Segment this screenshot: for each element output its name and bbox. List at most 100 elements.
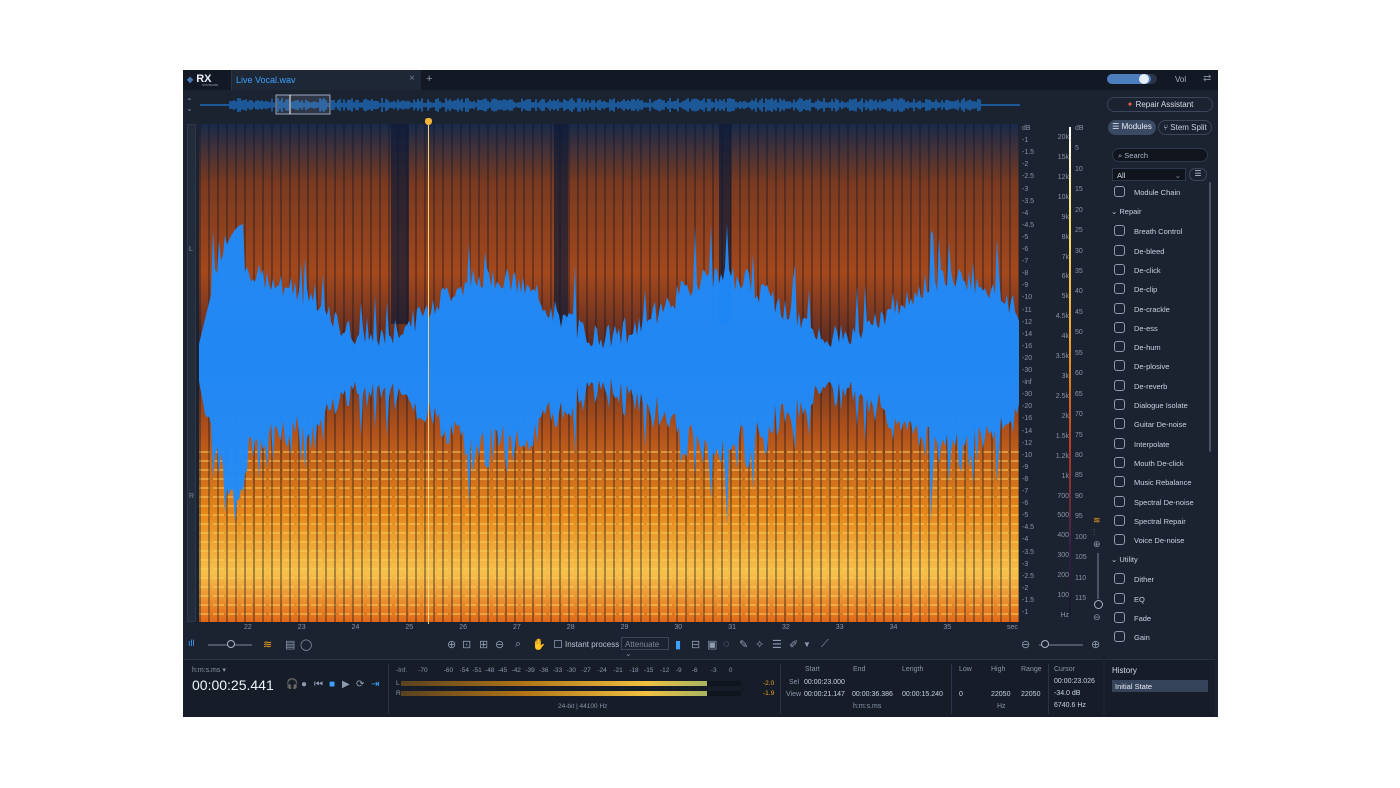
zoom-out-horizontal-icon[interactable]: ⊖ [1021,638,1030,651]
notes-icon[interactable]: ▤ [285,638,295,651]
module-item[interactable]: Spectral Repair [1109,513,1211,531]
volume-slider[interactable] [1107,74,1157,84]
loop-button[interactable]: ⟳ [356,679,364,690]
hz-tick: 3k [1061,373,1069,380]
time-format-select[interactable]: h:m:s.ms ▾ [192,666,226,674]
spectrogram-canvas[interactable] [199,124,1019,622]
record-button[interactable]: ● [301,679,307,690]
zoom-fit-icon[interactable]: ⊞ [479,638,488,651]
horizontal-zoom-knob[interactable] [1041,640,1049,648]
envelope-icon[interactable]: ⟋ [821,638,829,651]
category-repair[interactable]: ⌄ Repair [1111,207,1141,216]
module-item[interactable]: Voice De-noise [1109,532,1211,550]
playhead[interactable] [428,119,429,624]
freq-range[interactable]: 22050 [1021,691,1040,698]
sel-label: Sel [789,679,800,686]
waveform-toggle-icon[interactable]: ⫶ [1093,528,1095,538]
overview-waveform[interactable] [200,94,1020,116]
attenuate-select[interactable]: Attenuate ⌄ [621,637,669,658]
hz-tick: 6k [1061,273,1069,281]
add-tab-icon[interactable]: + [426,73,432,85]
harmonics-icon[interactable]: ☰ [772,638,782,651]
instant-process-checkbox[interactable] [554,640,562,648]
zoom-out-icon[interactable]: ⊖ [495,638,504,651]
view-length[interactable]: 00:00:15.240 [902,691,943,698]
waveform-view-icon[interactable]: ıll [188,638,195,648]
module-item[interactable]: De-bleed [1109,243,1211,261]
module-item[interactable]: De-hum [1109,339,1211,357]
routing-icon[interactable]: ⇄ [1203,73,1211,84]
module-chain-item[interactable]: Module Chain [1109,184,1211,202]
module-item[interactable]: De-reverb [1109,378,1211,396]
module-item[interactable]: Breath Control [1109,223,1211,241]
vertical-zoom-slider[interactable] [1097,553,1099,599]
skip-back-button[interactable]: ⏮ [314,679,323,690]
waveform-overview[interactable]: ⌃ ⌄ [183,92,1103,118]
frequency-selection-icon[interactable]: ⊟ [691,638,700,651]
blend-knob[interactable] [227,640,235,648]
zoom-in-vertical-icon[interactable]: ⊕ [1093,539,1101,550]
module-item[interactable]: Dither [1109,571,1211,589]
module-label: De-click [1134,265,1161,275]
list-view-button[interactable]: ☰ [1189,168,1207,181]
collapse-icon[interactable]: ⌃ ⌄ [186,98,193,113]
module-item[interactable]: Interpolate [1109,436,1211,454]
spectrogram-view-icon[interactable]: ≋ [263,638,272,651]
hand-icon[interactable]: ✋ [532,638,546,651]
freq-low[interactable]: 0 [959,691,963,698]
module-item[interactable]: De-clip [1109,281,1211,299]
headphones-icon[interactable]: 🎧 [286,679,298,690]
spectrogram-settings-icon[interactable]: ≋ [1093,515,1101,526]
tab-stem-split[interactable]: ⑂ Stem Split [1158,120,1212,135]
module-item[interactable]: Music Rebalance [1109,474,1211,492]
magic-wand-icon[interactable]: ✧ [755,638,764,651]
zoom-selection-icon[interactable]: ⊡ [462,638,471,651]
freq-high[interactable]: 22050 [991,691,1010,698]
close-icon[interactable]: × [409,73,415,84]
instant-process-toggle[interactable]: Instant process [554,640,619,649]
brush-icon[interactable]: ✎ [739,638,748,651]
pencil-dropdown-icon[interactable]: ▼ [803,640,811,649]
module-item[interactable]: De-click [1109,262,1211,280]
module-item[interactable]: Dialogue Isolate [1109,397,1211,415]
tab-modules[interactable]: ☰ Modules [1108,120,1156,135]
search-icon: ⌕ [1118,151,1123,160]
module-filter-select[interactable]: All ⌄ [1112,168,1186,181]
module-item[interactable]: Fade [1109,610,1211,628]
module-item[interactable]: Mouth De-click [1109,455,1211,473]
repair-assistant-button[interactable]: ✦ Repair Assistant [1107,97,1213,112]
category-utility[interactable]: ⌄ Utility [1111,555,1138,564]
history-item[interactable]: Initial State [1112,680,1208,692]
playhead-marker[interactable] [425,118,432,125]
zoom-in-horizontal-icon[interactable]: ⊕ [1091,638,1100,651]
file-tab[interactable]: Live Vocal.wav × [231,70,421,90]
view-start[interactable]: 00:00:21.147 [804,691,845,698]
module-search-input[interactable]: ⌕ Search [1112,148,1208,162]
comment-icon[interactable]: ◯ [300,638,312,651]
sel-start[interactable]: 00:00:23.000 [804,679,845,686]
pencil-icon[interactable]: ✐ [789,638,798,651]
module-list-scrollbar[interactable] [1209,182,1211,452]
module-item[interactable]: De-ess [1109,320,1211,338]
module-item[interactable]: EQ [1109,591,1211,609]
time-frequency-selection-icon[interactable]: ▣ [707,638,717,651]
module-item[interactable]: Spectral De-noise [1109,494,1211,512]
stop-button[interactable]: ■ [329,679,335,690]
spectrogram-display[interactable] [199,124,1019,622]
lasso-icon[interactable]: ◌ [723,638,730,650]
module-item[interactable]: De-plosive [1109,358,1211,376]
module-item[interactable]: Guitar De-noise [1109,416,1211,434]
module-item[interactable]: De-crackle [1109,301,1211,319]
zoom-in-icon[interactable]: ⊕ [447,638,456,651]
play-selection-button[interactable]: ⇥ [371,679,379,690]
channel-selector[interactable] [187,124,196,622]
vertical-zoom-knob[interactable] [1094,600,1103,609]
time-selection-icon[interactable]: ▮ [675,638,681,651]
play-button[interactable]: ▶ [342,679,350,690]
hz-tick: 4k [1061,333,1069,341]
db-tick: -11 [1022,306,1032,314]
zoom-out-vertical-icon[interactable]: ⊖ [1093,612,1101,623]
module-item[interactable]: Gain [1109,629,1211,644]
magnify-icon[interactable]: ⌕ [515,638,521,651]
view-end[interactable]: 00:00:36.386 [852,691,893,698]
